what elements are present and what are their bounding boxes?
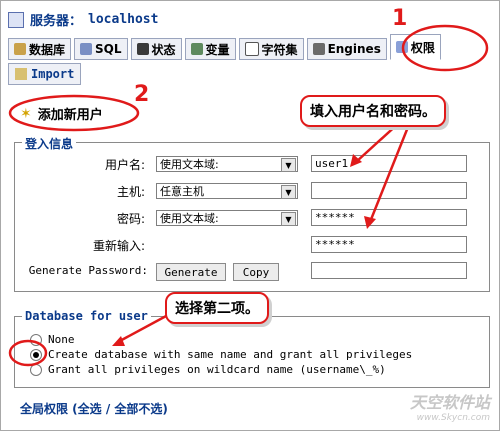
arrow-head-radio: [112, 336, 125, 346]
annotation-number-1: 1: [392, 6, 408, 31]
callout-fill-user-pass: 填入用户名和密码。: [300, 95, 446, 127]
watermark-sub: www.Skycn.com: [416, 413, 490, 423]
ellipse-radio: [8, 339, 48, 367]
ellipse-privileges: [401, 24, 489, 72]
arrow-head-username: [350, 154, 362, 167]
annotation-number-2: 2: [134, 82, 150, 107]
watermark: 天空软件站 www.Skycn.com: [410, 389, 490, 423]
annotation-overlay: [8, 24, 489, 367]
arrow-head-password: [364, 216, 376, 229]
callout-choose-second: 选择第二项。: [165, 292, 269, 324]
arrow-to-username: [355, 121, 401, 163]
ellipse-add-user: [8, 94, 140, 132]
watermark-main: 天空软件站: [409, 393, 490, 412]
arrow-to-radio: [117, 313, 169, 344]
arrow-to-password: [368, 121, 412, 223]
